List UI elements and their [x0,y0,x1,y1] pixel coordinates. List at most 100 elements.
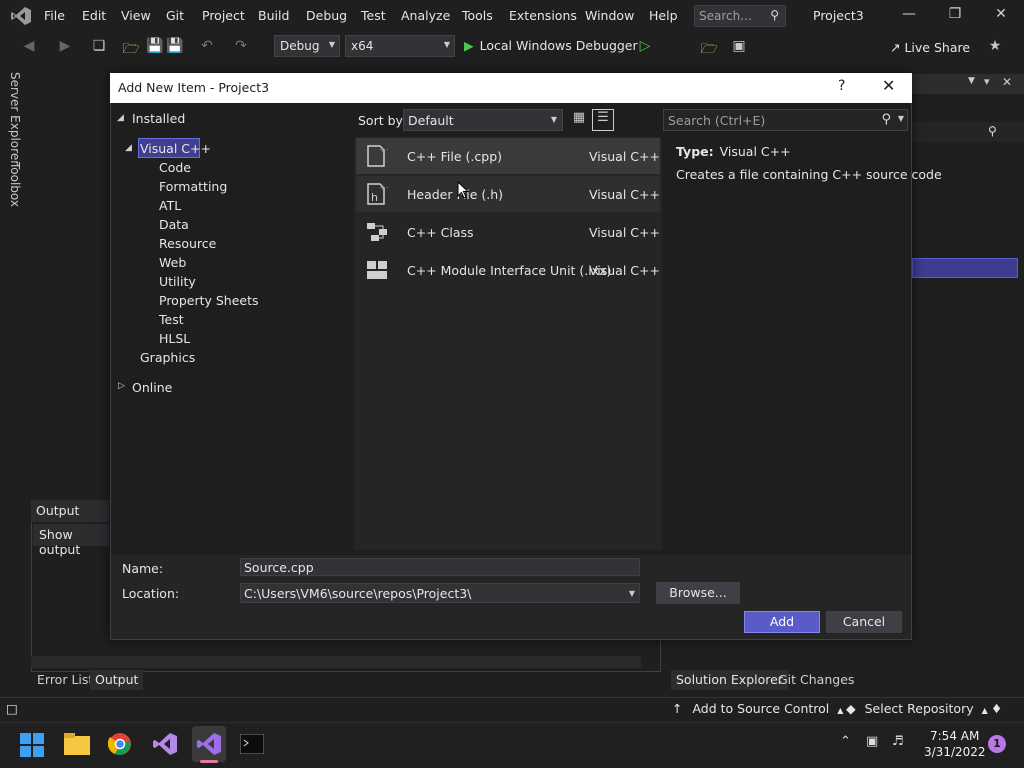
menu-view[interactable]: View [121,8,151,23]
sort-by-combo[interactable]: Default ▼ [403,109,563,131]
tree-item-data[interactable]: Data [159,217,189,232]
template-item-module-interface[interactable]: C++ Module Interface Unit (.ixx) Visual … [356,252,660,288]
grid-view-icon[interactable]: ▦ [570,110,588,130]
status-notification-icon[interactable]: □ [6,701,18,716]
chevron-down-icon: ▼ [897,114,904,123]
notification-badge[interactable]: 1 [988,735,1006,753]
collapsed-arrow-icon[interactable]: ▷ [118,381,125,391]
back-icon[interactable]: ◀ [20,38,38,56]
select-repository-button[interactable]: ◆ Select Repository ▲ [846,701,988,716]
bell-icon[interactable]: ♦ [991,701,1002,716]
tree-item-web[interactable]: Web [159,255,186,270]
terminal-icon[interactable] [240,734,264,754]
sort-by-label: Sort by: [358,113,407,128]
start-without-debugging-icon[interactable]: ▷ [636,38,654,56]
clock-date[interactable]: 3/31/2022 [924,745,986,759]
tab-solution-explorer[interactable]: Solution Explorer [671,670,788,690]
template-item-cpp-class[interactable]: C++ Class Visual C++ [356,214,660,250]
solution-explorer-selected-row[interactable] [912,258,1018,278]
tree-item-utility[interactable]: Utility [159,274,196,289]
output-horizontal-scrollbar[interactable] [31,656,641,668]
network-icon[interactable]: ▣ [866,734,878,749]
tree-visual-cpp[interactable]: Visual C++ [140,141,211,156]
menu-build[interactable]: Build [258,8,289,23]
chrome-icon[interactable] [108,732,132,756]
open-folder-icon[interactable]: 🗁 [122,38,140,57]
template-item-header-file[interactable]: h ++ Header File (.h) Visual C++ [356,176,660,212]
chevron-up-icon[interactable]: ⌃ [840,734,851,749]
file-explorer-icon[interactable] [64,733,90,755]
volume-icon[interactable]: ♬ [892,734,904,749]
template-item-cpp-file[interactable]: ++ C++ File (.cpp) Visual C++ [356,138,660,174]
name-label: Name: [122,561,164,576]
live-share-button[interactable]: ↗ Live Share [890,40,970,55]
forward-icon[interactable]: ▶ [56,38,74,56]
visual-studio-active-icon[interactable] [196,732,222,756]
minimize-icon[interactable]: — [897,6,921,26]
restore-icon[interactable]: ❐ [943,6,967,26]
solution-explorer-search[interactable]: ⚲ [912,122,1024,142]
solution-folder-icon[interactable]: 🗁 [700,38,718,57]
template-search-input[interactable]: Search (Ctrl+E) ⚲ ▼ [663,109,908,131]
save-all-icon[interactable]: 💾 [166,38,184,56]
tree-online[interactable]: Online [132,380,172,395]
global-search-box[interactable]: Search... ⚲ [694,5,786,27]
tree-item-formatting[interactable]: Formatting [159,179,227,194]
tab-git-changes[interactable]: Git Changes [773,670,859,690]
menu-window[interactable]: Window [585,8,634,23]
tree-item-property-sheets[interactable]: Property Sheets [159,293,259,308]
expanded-arrow-icon[interactable]: ◢ [117,113,124,123]
redo-icon[interactable]: ↷ [232,38,250,56]
template-search-placeholder: Search (Ctrl+E) [668,113,766,128]
tree-installed[interactable]: Installed [132,111,185,126]
tree-item-atl[interactable]: ATL [159,198,181,213]
menu-analyze[interactable]: Analyze [401,8,450,23]
menu-extensions[interactable]: Extensions [509,8,577,23]
menu-file[interactable]: File [44,8,65,23]
panel-close-icon[interactable]: ✕ [1002,75,1012,89]
solution-explorer-panel [912,74,1024,664]
add-button[interactable]: Add [744,611,820,633]
tree-item-resource[interactable]: Resource [159,236,216,251]
visual-studio-taskbar-icon[interactable] [152,732,178,756]
menu-edit[interactable]: Edit [82,8,106,23]
new-project-icon[interactable]: ❏ [90,38,108,56]
config-combo[interactable]: Debug ▼ [274,35,340,57]
dialog-help-button[interactable]: ? [838,78,845,94]
menu-help[interactable]: Help [649,8,678,23]
cancel-button[interactable]: Cancel [826,611,902,633]
tree-item-test[interactable]: Test [159,312,184,327]
tree-item-code[interactable]: Code [159,160,191,175]
windows-start-icon[interactable] [20,733,44,757]
undo-icon[interactable]: ↶ [198,38,216,56]
expanded-arrow-icon[interactable]: ◢ [125,143,132,153]
server-explorer-tab[interactable]: Server Explorer [8,72,22,165]
tab-error-list[interactable]: Error List [32,670,98,690]
menu-debug[interactable]: Debug [306,8,347,23]
tree-item-hlsl[interactable]: HLSL [159,331,190,346]
menu-test[interactable]: Test [361,8,386,23]
tree-graphics[interactable]: Graphics [140,350,195,365]
layout-icon[interactable]: ▣ [730,38,748,56]
save-icon[interactable]: 💾 [146,38,164,56]
window-close-icon[interactable]: ✕ [989,6,1013,26]
menu-git[interactable]: Git [166,8,184,23]
add-to-source-control-button[interactable]: ↑ Add to Source Control ▲ [672,701,843,716]
tab-output[interactable]: Output [90,670,144,690]
pin-icon[interactable]: ▾ [984,75,990,88]
name-input[interactable] [240,558,640,576]
platform-value: x64 [351,39,374,53]
browse-button[interactable]: Browse... [656,582,740,604]
menu-project[interactable]: Project [202,8,245,23]
feedback-icon[interactable]: ★ [986,38,1004,56]
panel-menu-icon[interactable]: ▼ [968,76,975,86]
platform-combo[interactable]: x64 ▼ [345,35,455,57]
run-debugger-button[interactable]: ▶ Local Windows Debugger [464,38,638,53]
dialog-close-icon[interactable]: ✕ [882,76,895,95]
toolbox-tab[interactable]: Toolbox [8,162,22,207]
visual-studio-logo-icon[interactable] [10,6,32,26]
location-combo[interactable]: C:\Users\VM6\source\repos\Project3\ ▼ [240,583,640,603]
clock-time[interactable]: 7:54 AM [930,729,979,743]
menu-tools[interactable]: Tools [462,8,493,23]
list-view-icon[interactable]: ☰ [592,109,614,131]
